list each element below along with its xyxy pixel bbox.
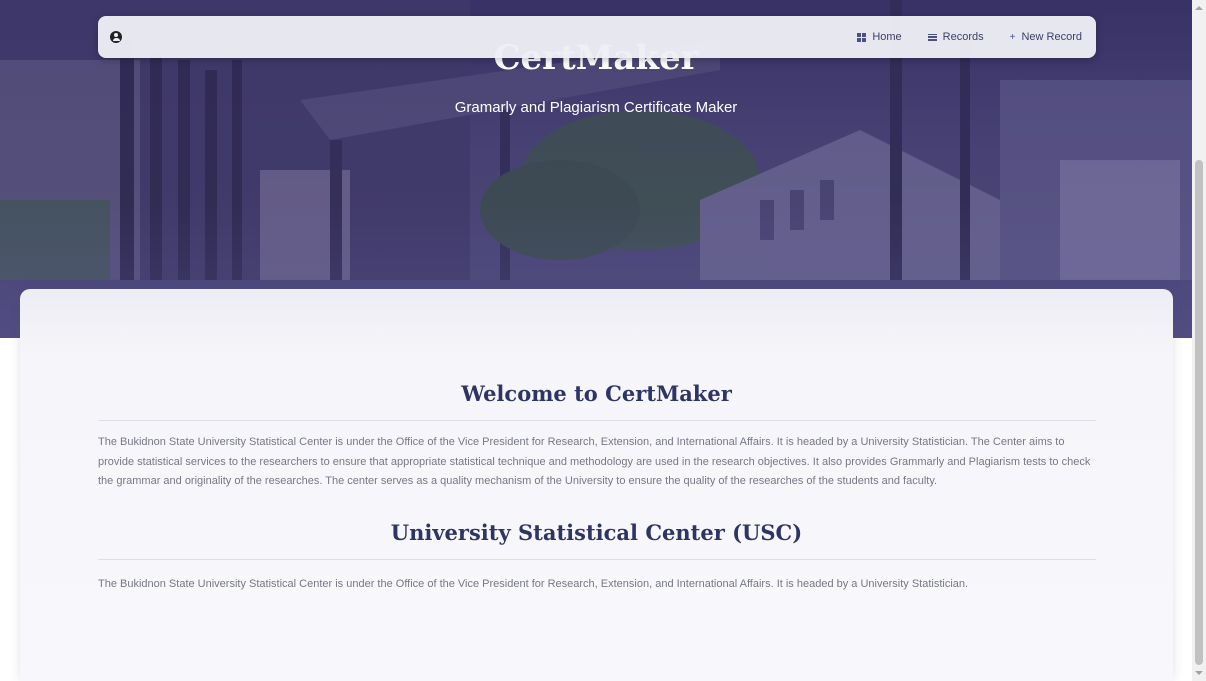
welcome-divider [98, 420, 1096, 421]
nav-home-link[interactable]: Home [857, 31, 902, 43]
nav-home-label: Home [872, 31, 902, 43]
scrollbar-thumb[interactable] [1195, 160, 1203, 665]
nav-new-record-link[interactable]: + New Record [1010, 31, 1082, 43]
usc-title: University Statistical Center (USC) [390, 520, 803, 545]
welcome-title: Welcome to CertMaker [461, 381, 732, 406]
welcome-text: The Bukidnon State University Statistica… [98, 436, 1091, 487]
grid-icon [857, 32, 867, 42]
user-circle-icon[interactable] [110, 31, 122, 43]
top-navbar: Home Records + New Record [98, 16, 1096, 58]
main-content-card: Welcome to CertMaker The Bukidnon State … [20, 289, 1173, 681]
nav-new-record-label: New Record [1021, 31, 1082, 43]
hero-subtitle: Gramarly and Plagiarism Certificate Make… [454, 99, 738, 116]
usc-divider [98, 559, 1096, 560]
scroll-down-icon[interactable] [1195, 671, 1203, 675]
page: CertMaker Gramarly and Plagiarism Certif… [0, 0, 1206, 681]
nav-records-label: Records [942, 31, 984, 43]
scroll-up-icon[interactable] [1195, 6, 1203, 10]
vertical-scrollbar[interactable] [1192, 0, 1206, 681]
list-icon [927, 33, 937, 41]
nav-records-link[interactable]: Records [927, 31, 984, 43]
plus-icon: + [1009, 31, 1016, 43]
usc-text: The Bukidnon State University Statistica… [98, 578, 969, 590]
